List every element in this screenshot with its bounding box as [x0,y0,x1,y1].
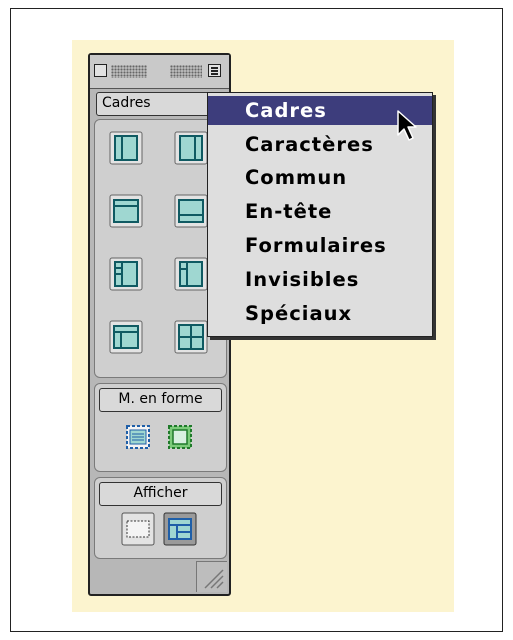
section-label-m-en-forme[interactable]: M. en forme [99,388,222,412]
title-grip-right [170,65,202,78]
frame-left-icon[interactable] [109,131,143,165]
formatting-section: M. en forme [94,383,227,472]
options-menu-icon[interactable] [208,64,221,77]
frame-left-top-icon[interactable] [109,257,143,291]
frame-grid-icon[interactable] [174,320,208,354]
menu-item-speciaux[interactable]: Spéciaux [208,299,432,328]
frame-bottom-icon[interactable] [174,194,208,228]
standard-view-icon[interactable] [121,512,155,546]
frame-right-icon[interactable] [174,131,208,165]
menu-item-commun[interactable]: Commun [208,163,432,192]
mouse-pointer-icon [397,110,417,141]
frame-top-left-icon[interactable] [109,320,143,354]
menu-item-en-tete[interactable]: En-tête [208,197,432,226]
frame-top-icon[interactable] [109,194,143,228]
menu-item-formulaires[interactable]: Formulaires [208,231,432,260]
frame-left-bottom-icon[interactable] [174,257,208,291]
palette-titlebar[interactable] [90,55,229,89]
layout-frame-icon[interactable] [163,420,197,454]
title-grip-left [111,65,147,78]
section-label-afficher[interactable]: Afficher [99,482,222,506]
category-dropdown[interactable]: Cadres [96,92,223,116]
layout-view-icon[interactable] [163,512,197,546]
close-box-icon[interactable] [94,64,107,77]
view-section: Afficher [94,477,227,559]
resize-handle-icon[interactable] [196,561,227,592]
category-label: Cadres [102,95,151,111]
menu-item-invisibles[interactable]: Invisibles [208,265,432,294]
layout-table-icon[interactable] [121,420,155,454]
